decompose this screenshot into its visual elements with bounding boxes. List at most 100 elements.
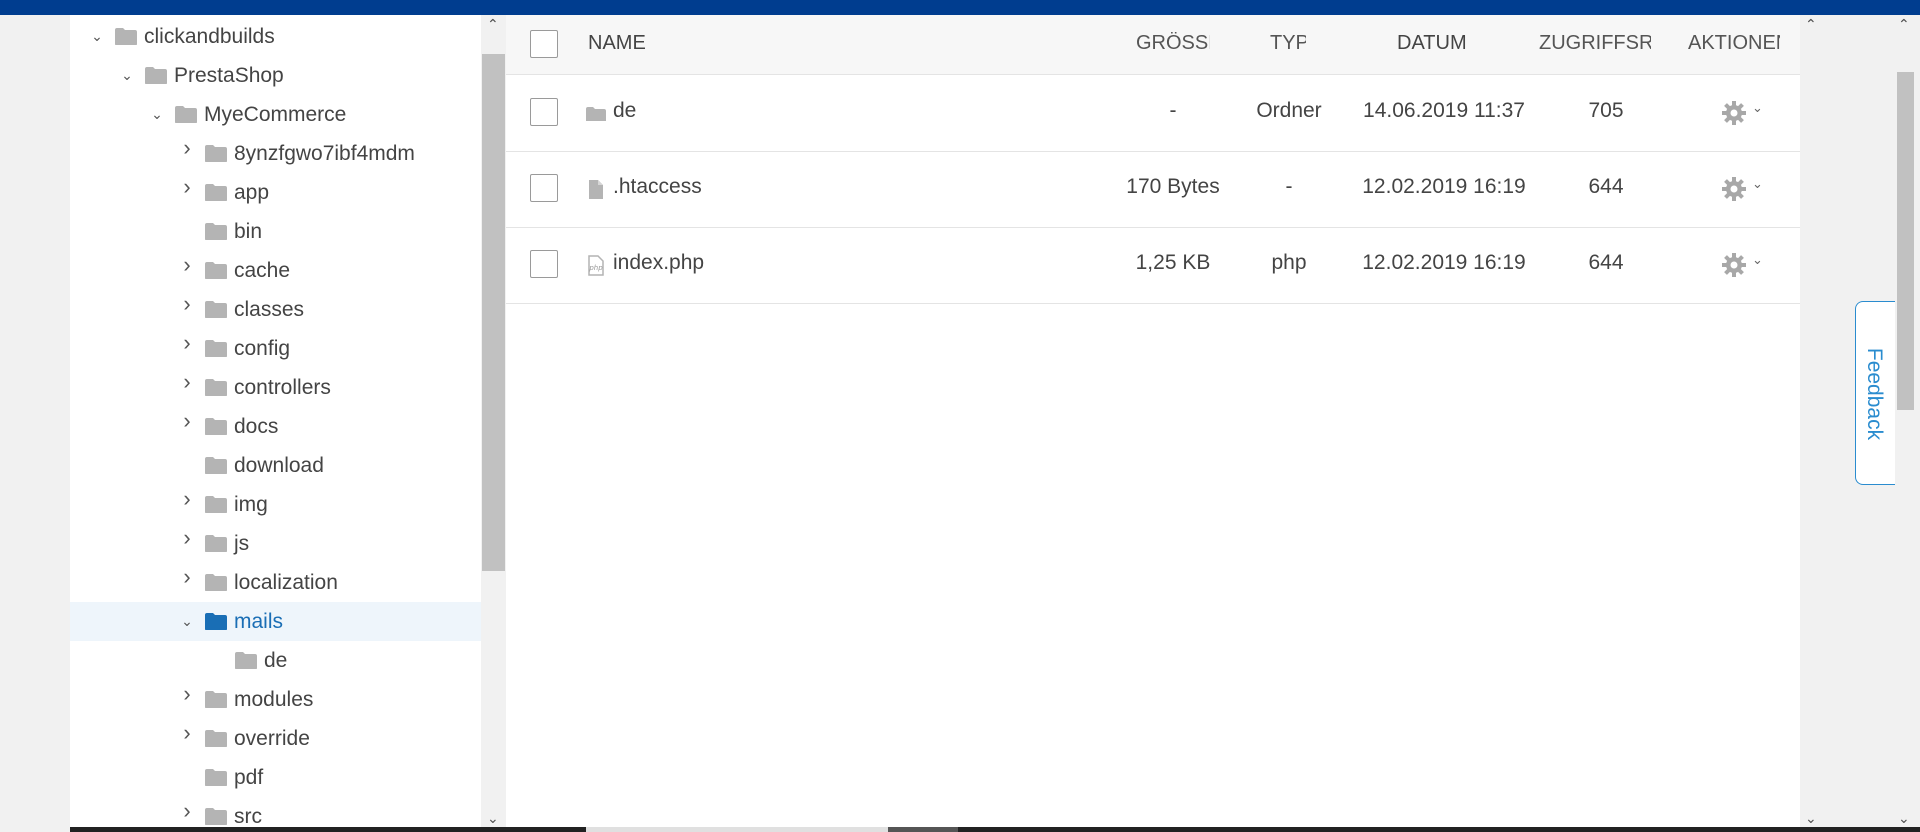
chevron-right-icon[interactable]: › [179, 332, 195, 354]
chevron-right-icon[interactable]: › [179, 293, 195, 315]
tree-item[interactable]: ⌄ clickandbuilds [70, 17, 481, 56]
scroll-up-icon[interactable]: ⌃ [487, 17, 499, 31]
chevron-right-icon[interactable]: › [179, 254, 195, 276]
feedback-button[interactable]: Feedback [1855, 301, 1895, 485]
tree-item-label: img [234, 493, 268, 516]
tree-item[interactable]: pdf [70, 758, 481, 797]
chevron-down-icon[interactable]: ⌄ [1752, 176, 1763, 192]
tree-item[interactable]: › src [70, 797, 481, 828]
file-name[interactable]: .htaccess [613, 175, 702, 199]
tree-item[interactable]: bin [70, 212, 481, 251]
tree-item[interactable]: download [70, 446, 481, 485]
tree-item-label: pdf [234, 766, 264, 789]
tree-item-label: MyeCommerce [204, 103, 347, 126]
svg-text:php: php [588, 264, 603, 272]
tree-item[interactable]: › cache [70, 251, 481, 290]
column-header-type[interactable]: TYP [1270, 32, 1306, 55]
tree-item[interactable]: › img [70, 485, 481, 524]
column-header-name[interactable]: NAME [588, 32, 646, 55]
scroll-down-icon[interactable]: ⌄ [487, 811, 499, 825]
table-row[interactable]: .htaccess 170 Bytes - 12.02.2019 16:19 6… [506, 152, 1800, 228]
chevron-right-icon[interactable]: › [179, 683, 195, 705]
tree-item[interactable]: ⌄ mails [70, 602, 481, 641]
table-row[interactable]: de - Ordner 14.06.2019 11:37 705 ⌄ [506, 76, 1800, 152]
row-checkbox[interactable] [530, 174, 558, 202]
select-all-checkbox[interactable] [530, 30, 558, 58]
tree-item[interactable]: › classes [70, 290, 481, 329]
gear-icon[interactable] [1721, 252, 1747, 278]
file-permissions: 705 [1588, 99, 1624, 122]
folder-icon [204, 456, 228, 475]
tree-item[interactable]: › 8ynzfgwo7ibf4mdm [70, 134, 481, 173]
chevron-down-icon[interactable]: ⌄ [1752, 252, 1763, 268]
file-table-scrollbar[interactable]: ⌃ ⌄ [1800, 15, 1823, 827]
page-scrollbar[interactable]: ⌃ ⌄ [1891, 15, 1920, 832]
scrollbar-thumb[interactable] [1897, 72, 1914, 410]
folder-icon [204, 690, 228, 709]
tree-item-label: docs [234, 415, 279, 438]
gear-icon[interactable] [1721, 100, 1747, 126]
file-date: 14.06.2019 11:37 [1363, 99, 1525, 122]
chevron-right-icon[interactable]: › [179, 722, 195, 744]
file-name[interactable]: de [613, 99, 636, 123]
chevron-right-icon[interactable]: › [179, 176, 195, 198]
tree-item-label: 8ynzfgwo7ibf4mdm [234, 142, 415, 165]
file-table: NAME GRÖSSE TYP DATUM ZUGRIFFSREC AKTION… [506, 15, 1800, 827]
tree-item[interactable]: › app [70, 173, 481, 212]
tree-item[interactable]: › controllers [70, 368, 481, 407]
chevron-right-icon[interactable]: › [179, 566, 195, 588]
chevron-right-icon[interactable]: › [179, 488, 195, 510]
column-header-actions: AKTIONEN [1688, 32, 1780, 54]
tree-item-label: localization [234, 571, 338, 594]
chevron-down-icon[interactable]: ⌄ [179, 613, 195, 629]
folder-icon [204, 378, 228, 397]
chevron-right-icon[interactable]: › [179, 371, 195, 393]
row-checkbox[interactable] [530, 250, 558, 278]
table-header: NAME GRÖSSE TYP DATUM ZUGRIFFSREC AKTION… [506, 15, 1800, 75]
folder-icon [204, 807, 228, 826]
file-permissions: 644 [1588, 251, 1624, 274]
chevron-right-icon[interactable]: › [179, 410, 195, 432]
chevron-down-icon[interactable]: ⌄ [89, 28, 105, 44]
tree-item[interactable]: › docs [70, 407, 481, 446]
column-header-permissions[interactable]: ZUGRIFFSREC [1539, 32, 1651, 55]
tree-item[interactable]: › modules [70, 680, 481, 719]
row-checkbox[interactable] [530, 98, 558, 126]
folder-icon [204, 573, 228, 592]
tree-item[interactable]: ⌄ PrestaShop [70, 56, 481, 95]
folder-icon [174, 105, 198, 124]
file-name[interactable]: index.php [613, 251, 704, 275]
chevron-right-icon[interactable]: › [179, 137, 195, 159]
tree-item-label: js [234, 532, 250, 555]
tree-item-label: modules [234, 688, 314, 711]
file-date: 12.02.2019 16:19 [1362, 175, 1526, 198]
folder-tree-scrollbar[interactable]: ⌃ ⌄ [481, 15, 506, 827]
scroll-up-icon[interactable]: ⌃ [1805, 17, 1817, 31]
gear-icon[interactable] [1721, 176, 1747, 202]
scroll-up-icon[interactable]: ⌃ [1898, 17, 1910, 31]
chevron-down-icon[interactable]: ⌄ [149, 106, 165, 122]
scrollbar-thumb[interactable] [482, 54, 505, 571]
column-header-size[interactable]: GRÖSSE [1136, 32, 1210, 55]
tree-item-label: src [234, 805, 262, 827]
column-header-date[interactable]: DATUM [1397, 32, 1467, 55]
tree-item[interactable]: › js [70, 524, 481, 563]
top-bar [0, 0, 1920, 15]
tree-item[interactable]: › config [70, 329, 481, 368]
tree-item[interactable]: › localization [70, 563, 481, 602]
tree-item[interactable]: ⌄ MyeCommerce [70, 95, 481, 134]
folder-icon [204, 300, 228, 319]
chevron-down-icon[interactable]: ⌄ [119, 67, 135, 83]
folder-icon [204, 612, 228, 631]
tree-item[interactable]: › override [70, 719, 481, 758]
scroll-down-icon[interactable]: ⌄ [1898, 811, 1910, 825]
tree-item[interactable]: de [70, 641, 481, 680]
table-row[interactable]: php index.php 1,25 KB php 12.02.2019 16:… [506, 228, 1800, 304]
file-size: 1,25 KB [1135, 251, 1211, 274]
folder-icon [204, 261, 228, 280]
chevron-right-icon[interactable]: › [179, 800, 195, 822]
scroll-down-icon[interactable]: ⌄ [1805, 811, 1817, 825]
folder-icon [204, 768, 228, 787]
chevron-right-icon[interactable]: › [179, 527, 195, 549]
chevron-down-icon[interactable]: ⌄ [1752, 100, 1763, 116]
